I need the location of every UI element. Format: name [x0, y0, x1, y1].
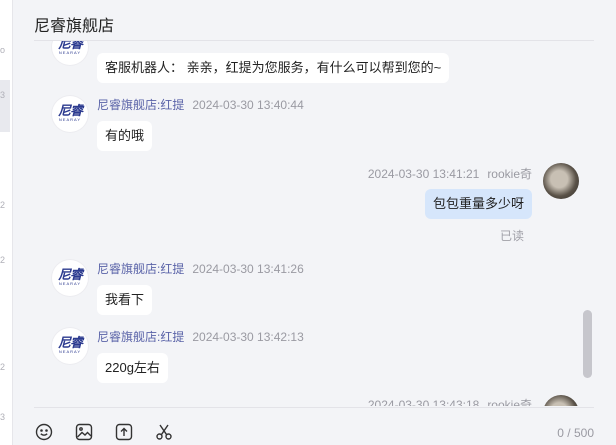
- sender-name: 尼睿旗舰店:红提: [97, 330, 185, 344]
- message-meta: 2024-03-30 13:43:18 rookie奇: [368, 396, 532, 406]
- chat-scrollbar[interactable]: [583, 310, 592, 378]
- user-avatar: [543, 163, 579, 199]
- shop-logo-text: 尼睿: [57, 267, 83, 282]
- emoji-icon[interactable]: [34, 422, 54, 442]
- shop-logo-subtext: NEARAY: [58, 349, 82, 354]
- message-time: 2024-03-30 13:40:44: [192, 98, 304, 112]
- shop-avatar: 尼睿 NEARAY: [52, 260, 88, 296]
- shop-avatar: 尼睿 NEARAY: [52, 328, 88, 364]
- selected-conversation-highlight[interactable]: [0, 80, 10, 132]
- message-meta: 尼睿旗舰店:红提 2024-03-30 13:41:26: [97, 260, 304, 277]
- shop-logo-text: 尼睿: [57, 335, 83, 350]
- message-bubble: 包包重量多少呀: [424, 189, 532, 219]
- message-meta: 尼睿旗舰店:红提 2024-03-30 13:42:13: [97, 328, 304, 345]
- shop-logo-subtext: NEARAY: [58, 50, 82, 55]
- strip-mark: 2: [0, 200, 6, 210]
- message-bubble: 我看下: [97, 285, 153, 315]
- shop-avatar: 尼睿 NEARAY: [52, 96, 88, 132]
- sender-name: 尼睿旗舰店:红提: [97, 98, 185, 112]
- upload-icon[interactable]: [114, 422, 134, 442]
- input-divider: [34, 407, 594, 408]
- scissors-icon[interactable]: [154, 422, 174, 442]
- image-icon[interactable]: [74, 422, 94, 442]
- read-status: 已读: [499, 229, 524, 243]
- user-name: rookie奇: [487, 167, 532, 181]
- message-bubble: 客服机器人： 亲亲，红提为您服务，有什么可以帮到您的~: [97, 53, 450, 83]
- strip-mark: 2: [0, 362, 6, 372]
- shop-logo-text: 尼睿: [57, 103, 83, 118]
- input-toolbar: [34, 422, 174, 442]
- strip-mark: 2: [0, 255, 6, 265]
- sender-name: 尼睿旗舰店:红提: [97, 262, 185, 276]
- shop-logo-subtext: NEARAY: [58, 117, 82, 122]
- message-time: 2024-03-30 13:42:13: [192, 330, 304, 344]
- message-time: 2024-03-30 13:41:26: [192, 262, 304, 276]
- shop-logo-text: 尼睿: [57, 41, 83, 51]
- strip-mark: o: [0, 45, 6, 55]
- message-time: 2024-03-30 13:41:21: [367, 167, 480, 181]
- message-meta: 2024-03-30 13:41:21 rookie奇: [368, 165, 532, 182]
- page-title: 尼睿旗舰店: [34, 18, 115, 35]
- shop-avatar: 尼睿 NEARAY: [52, 41, 88, 65]
- strip-mark: 3: [0, 90, 6, 100]
- user-avatar: [543, 395, 579, 406]
- strip-mark: 3: [0, 412, 6, 422]
- message-bubble: 有的哦: [97, 121, 153, 151]
- side-panel-strip: o 3 2 2 2 3: [0, 0, 13, 445]
- shop-logo-subtext: NEARAY: [58, 281, 82, 286]
- message-bubble: 220g左右: [97, 353, 168, 383]
- user-name: rookie奇: [487, 398, 532, 406]
- message-meta: 尼睿旗舰店:红提 2024-03-30 13:40:44: [97, 96, 304, 113]
- message-time: 2024-03-30 13:43:18: [367, 398, 480, 406]
- chat-history[interactable]: 尼睿 NEARAY 客服机器人： 亲亲，红提为您服务，有什么可以帮到您的~ 尼睿…: [34, 41, 594, 406]
- char-counter: 0 / 500: [557, 426, 594, 440]
